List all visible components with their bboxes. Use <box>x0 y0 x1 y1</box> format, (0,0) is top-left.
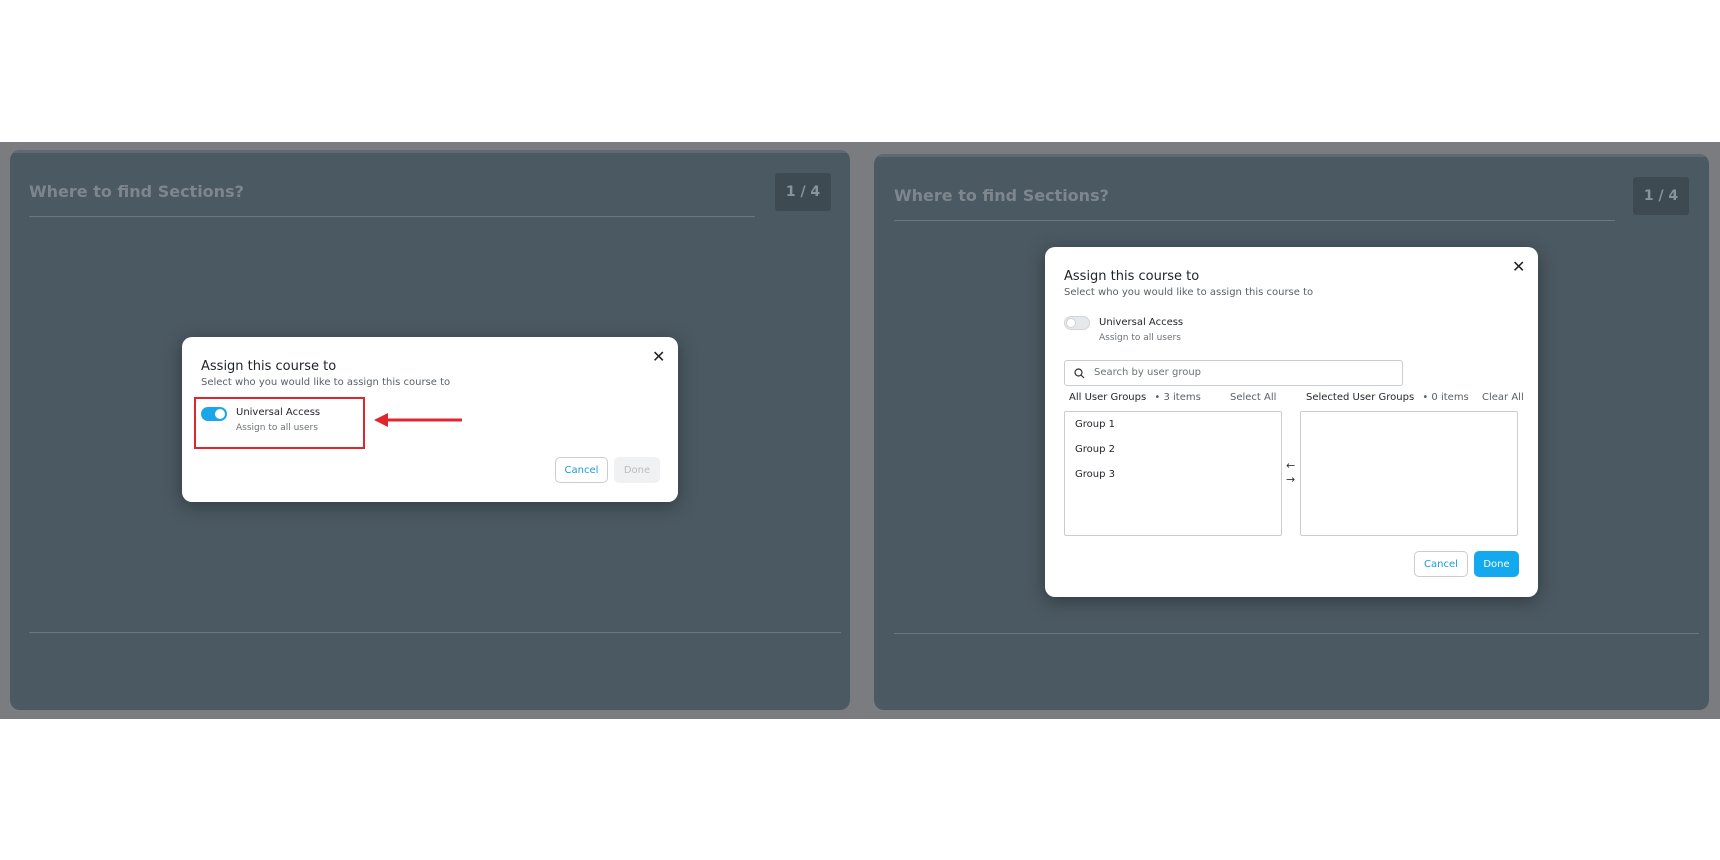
modal-title: Assign this course to <box>1064 269 1200 284</box>
list-item-group-1[interactable]: Group 1 <box>1075 419 1115 430</box>
selected-groups-label: Selected User Groups <box>1306 392 1415 403</box>
universal-access-toggle[interactable] <box>1064 316 1090 330</box>
progress-bar <box>10 150 850 153</box>
search-input[interactable]: Search by user group <box>1064 360 1403 386</box>
left-tour-panel: Where to find Sections? 1 / 4 Assign thi… <box>10 150 850 710</box>
modal-subtitle: Select who you would like to assign this… <box>201 377 451 388</box>
annotation-arrow <box>374 413 462 427</box>
all-groups-label: All User Groups <box>1069 392 1147 403</box>
title-divider <box>894 220 1615 221</box>
search-placeholder: Search by user group <box>1094 367 1202 378</box>
modal-title: Assign this course to <box>201 359 337 374</box>
selected-groups-list <box>1300 411 1518 536</box>
select-all-link[interactable]: Select All <box>1230 392 1276 403</box>
clear-all-link[interactable]: Clear All <box>1482 392 1524 403</box>
transfer-right-icon[interactable]: → <box>1286 474 1295 485</box>
search-icon <box>1074 368 1085 379</box>
all-groups-list: Group 1 Group 2 Group 3 <box>1064 411 1282 536</box>
transfer-left-icon[interactable]: ← <box>1286 460 1295 471</box>
highlight-box <box>194 397 365 449</box>
title-divider <box>29 216 755 217</box>
done-button[interactable]: Done <box>614 457 660 483</box>
step-counter: 1 / 4 <box>775 173 831 211</box>
universal-access-label: Universal Access <box>1099 317 1184 328</box>
assign-course-modal: Assign this course to Select who you wou… <box>1045 247 1538 597</box>
all-groups-count: • 3 items <box>1154 392 1201 403</box>
list-item-group-3[interactable]: Group 3 <box>1075 469 1115 480</box>
tour-title: Where to find Sections? <box>29 182 244 201</box>
selected-groups-count: • 0 items <box>1422 392 1469 403</box>
done-button[interactable]: Done <box>1474 551 1519 577</box>
cancel-button[interactable]: Cancel <box>1414 551 1468 577</box>
selected-groups-header: Selected User Groups • 0 items <box>1306 392 1469 403</box>
tour-title: Where to find Sections? <box>894 186 1109 205</box>
cancel-button[interactable]: Cancel <box>555 457 608 483</box>
universal-access-sublabel: Assign to all users <box>1099 333 1181 343</box>
progress-bar <box>874 154 1709 157</box>
bottom-divider <box>29 632 841 633</box>
all-groups-header: All User Groups • 3 items <box>1069 392 1201 403</box>
right-tour-panel: Where to find Sections? 1 / 4 Assign thi… <box>874 154 1709 710</box>
modal-subtitle: Select who you would like to assign this… <box>1064 287 1314 298</box>
list-item-group-2[interactable]: Group 2 <box>1075 444 1115 455</box>
bottom-divider <box>894 633 1699 634</box>
close-icon[interactable]: ✕ <box>652 349 665 365</box>
step-counter: 1 / 4 <box>1633 177 1689 215</box>
close-icon[interactable]: ✕ <box>1512 259 1525 275</box>
